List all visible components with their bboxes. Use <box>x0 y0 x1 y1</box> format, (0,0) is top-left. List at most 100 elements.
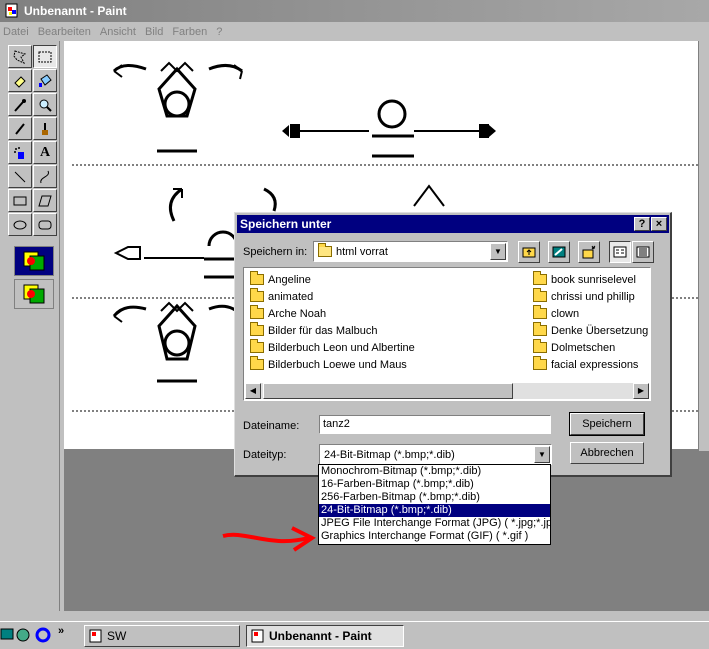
menu-bild[interactable]: Bild <box>145 26 163 38</box>
folder-item[interactable]: Angeline <box>250 271 311 288</box>
pencil-tool-icon[interactable] <box>8 117 32 140</box>
help-button[interactable]: ? <box>634 217 650 231</box>
dialog-title: Speichern unter <box>240 217 332 231</box>
folder-item[interactable]: Dolmetschen <box>533 339 615 356</box>
save-as-dialog: Speichern unter ? × Speichern in: html v… <box>234 212 672 477</box>
filename-input[interactable]: tanz2 <box>319 415 551 434</box>
filetype-label: Dateityp: <box>243 449 287 461</box>
folder-icon <box>533 288 547 302</box>
up-one-level-button[interactable] <box>518 241 540 263</box>
line-tool-icon[interactable] <box>8 165 32 188</box>
folder-icon <box>250 305 264 319</box>
scroll-right-icon[interactable]: ▶ <box>633 383 649 399</box>
folder-list-horizontal-scrollbar[interactable]: ◀ ▶ <box>245 383 649 399</box>
text-tool-icon[interactable]: A <box>33 141 57 164</box>
tool-palette: A <box>4 41 60 611</box>
details-view-button[interactable] <box>632 241 654 263</box>
folder-icon <box>250 339 264 353</box>
scroll-left-icon[interactable]: ◀ <box>245 383 261 399</box>
filetype-dropdown-list: Monochrom-Bitmap (*.bmp;*.dib) 16-Farben… <box>318 464 551 545</box>
menu-ansicht[interactable]: Ansicht <box>100 26 136 38</box>
menu-datei[interactable]: Datei <box>3 26 29 38</box>
folder-item[interactable]: Denke Übersetzung <box>533 322 648 339</box>
folder-icon <box>533 305 547 319</box>
close-button[interactable]: × <box>651 217 667 231</box>
draw-mode-opaque-option[interactable] <box>14 246 54 276</box>
menu-farben[interactable]: Farben <box>172 26 207 38</box>
dialog-title-bar[interactable]: Speichern unter ? × <box>237 215 669 233</box>
folder-item[interactable]: Arche Noah <box>250 305 326 322</box>
folder-item[interactable]: Bilder für das Malbuch <box>250 322 377 339</box>
eraser-tool-icon[interactable] <box>8 69 32 92</box>
color-picker-tool-icon[interactable] <box>8 93 32 116</box>
polygon-tool-icon[interactable] <box>33 189 57 212</box>
rect-select-tool-icon[interactable] <box>33 45 57 68</box>
filetype-option[interactable]: Monochrom-Bitmap (*.bmp;*.dib) <box>319 465 550 478</box>
text-tool-glyph: A <box>39 144 51 160</box>
draw-mode-transparent-option[interactable] <box>14 279 54 309</box>
folder-icon <box>250 356 264 370</box>
folder-icon <box>533 339 547 353</box>
folder-list: Angeline animated Arche Noah Bilder für … <box>243 267 651 401</box>
window-title-bar[interactable]: Unbenannt - Paint <box>0 0 709 22</box>
rectangle-tool-icon[interactable] <box>8 189 32 212</box>
taskbar: » SW Unbenannt - Paint <box>0 621 709 649</box>
list-view-button[interactable] <box>609 241 631 263</box>
folder-item[interactable]: Bilderbuch Loewe und Maus <box>250 356 407 373</box>
quicklaunch-chevron[interactable]: » <box>58 625 64 637</box>
window-title: Unbenannt - Paint <box>24 4 127 18</box>
brush-tool-icon[interactable] <box>33 117 57 140</box>
folder-icon <box>250 288 264 302</box>
canvas-vertical-scrollbar[interactable] <box>698 41 709 451</box>
filetype-option-selected[interactable]: 24-Bit-Bitmap (*.bmp;*.dib) <box>319 504 550 517</box>
folder-icon <box>533 271 547 285</box>
quicklaunch-desktop-icon[interactable] <box>0 627 14 646</box>
rounded-rectangle-tool-icon[interactable] <box>33 213 57 236</box>
scroll-thumb[interactable] <box>263 383 513 399</box>
menu-help[interactable]: ? <box>216 26 222 38</box>
save-in-label: Speichern in: <box>243 246 308 258</box>
folder-item[interactable]: clown <box>533 305 579 322</box>
red-annotation-arrow <box>222 526 316 552</box>
folder-icon <box>533 322 547 336</box>
folder-icon <box>533 356 547 370</box>
magnifier-tool-icon[interactable] <box>33 93 57 116</box>
cancel-button[interactable]: Abbrechen <box>570 442 644 464</box>
folder-item[interactable]: chrissi und phillip <box>533 288 635 305</box>
paint-app-icon <box>251 629 265 643</box>
folder-item[interactable]: Bilderbuch Leon und Albertine <box>250 339 415 356</box>
taskbar-button-paint[interactable]: Unbenannt - Paint <box>246 625 404 647</box>
folder-icon <box>318 243 332 257</box>
save-in-value: html vorrat <box>336 245 388 258</box>
filetype-option[interactable]: Graphics Interchange Format (GIF) ( *.gi… <box>319 530 550 543</box>
folder-item[interactable]: book sunriselevel <box>533 271 636 288</box>
free-select-tool-icon[interactable] <box>8 45 32 68</box>
airbrush-tool-icon[interactable] <box>8 141 32 164</box>
quicklaunch-ie-icon[interactable] <box>35 627 51 646</box>
folder-icon <box>250 322 264 336</box>
filetype-option[interactable]: 256-Farben-Bitmap (*.bmp;*.dib) <box>319 491 550 504</box>
filetype-option[interactable]: JPEG File Interchange Format (JPG) ( *.j… <box>319 517 550 530</box>
filetype-value: 24-Bit-Bitmap (*.bmp;*.dib) <box>324 448 455 461</box>
taskbar-button-sw[interactable]: SW <box>84 625 240 647</box>
paint-app-icon <box>89 629 103 643</box>
folder-icon <box>250 271 264 285</box>
ellipse-tool-icon[interactable] <box>8 213 32 236</box>
save-in-combo[interactable]: html vorrat ▼ <box>313 241 508 262</box>
fill-tool-icon[interactable] <box>33 69 57 92</box>
menu-bar: Datei Bearbeiten Ansicht Bild Farben ? <box>0 22 709 41</box>
chevron-down-icon[interactable]: ▼ <box>534 446 550 463</box>
filetype-option[interactable]: 16-Farben-Bitmap (*.bmp;*.dib) <box>319 478 550 491</box>
curve-tool-icon[interactable] <box>33 165 57 188</box>
folder-item[interactable]: facial expressions <box>533 356 638 373</box>
paint-app-icon <box>4 3 20 19</box>
chevron-down-icon[interactable]: ▼ <box>490 243 506 260</box>
menu-bearbeiten[interactable]: Bearbeiten <box>38 26 91 38</box>
filename-label: Dateiname: <box>243 420 300 432</box>
folder-item[interactable]: animated <box>250 288 313 305</box>
desktop-button[interactable] <box>548 241 570 263</box>
quicklaunch-explorer-icon[interactable] <box>15 627 31 646</box>
filetype-combo[interactable]: 24-Bit-Bitmap (*.bmp;*.dib) ▼ <box>319 444 552 465</box>
new-folder-button[interactable] <box>578 241 600 263</box>
save-button[interactable]: Speichern <box>569 412 645 436</box>
